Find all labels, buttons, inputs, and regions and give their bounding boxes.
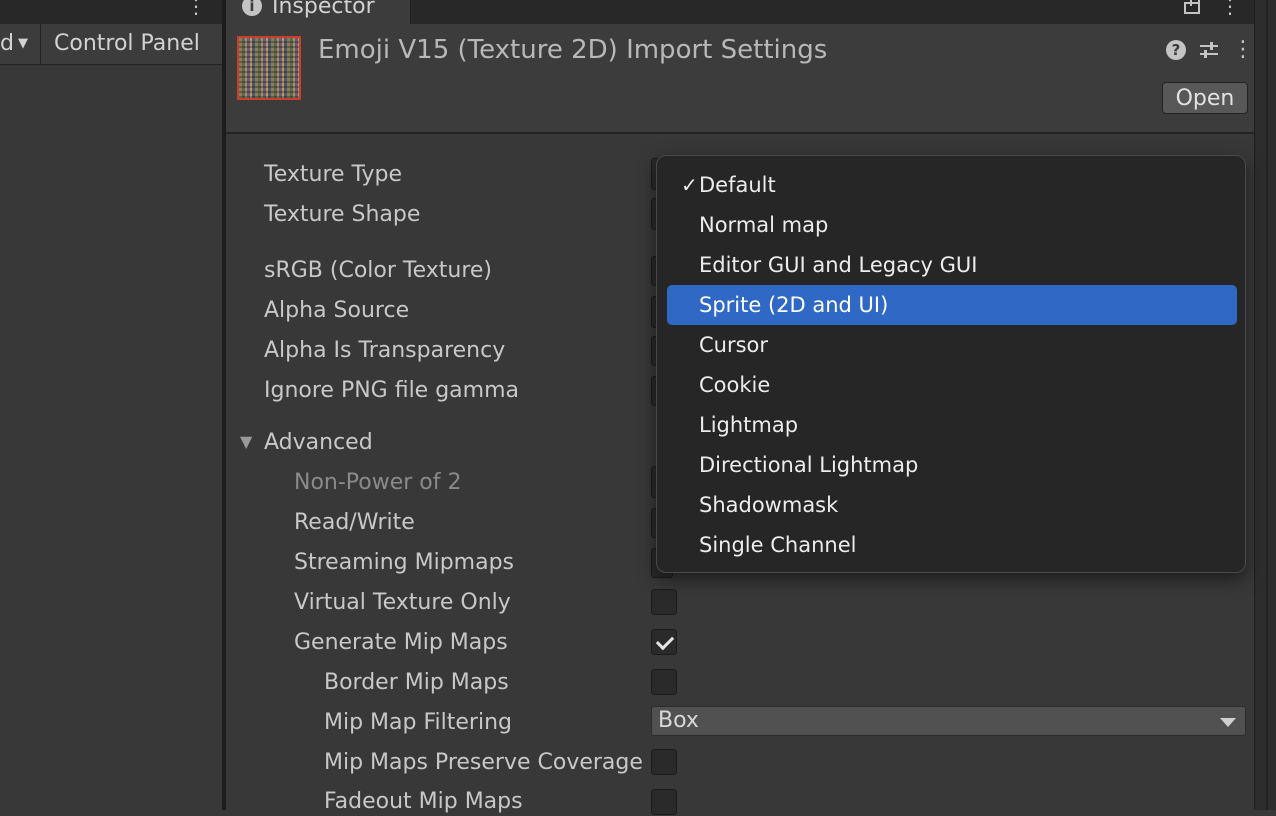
menu-item-label: Normal map [699, 213, 829, 237]
border-mip-maps-checkbox[interactable] [651, 669, 677, 695]
streaming-mipmaps-label: Streaming Mipmaps [294, 550, 515, 575]
chevron-down-icon: ▼ [17, 36, 28, 51]
menu-item-label: Cookie [699, 373, 771, 397]
advanced-foldout-label[interactable]: Advanced [264, 429, 373, 457]
right-scrollbar-area [1254, 0, 1276, 810]
menu-item-label: Single Channel [699, 533, 857, 557]
generate-mip-maps-checkbox[interactable] [651, 629, 677, 655]
menu-item-shadowmask[interactable]: Shadowmask [667, 485, 1237, 525]
lock-icon[interactable] [1184, 0, 1200, 14]
srgb-label: sRGB (Color Texture) [264, 258, 493, 283]
menu-item-label: Sprite (2D and UI) [699, 293, 889, 317]
mip-maps-preserve-coverage-label: Mip Maps Preserve Coverage [324, 750, 643, 775]
left-panel [0, 0, 222, 810]
kebab-menu-icon[interactable]: ⋮ [1232, 36, 1254, 64]
kebab-menu-icon[interactable]: ⋮ [1220, 0, 1240, 18]
mip-map-filtering-dropdown[interactable]: Box [651, 706, 1246, 736]
menu-item-label: Default [699, 173, 776, 197]
menu-item-directional-lightmap[interactable]: Directional Lightmap [667, 445, 1237, 485]
open-button[interactable]: Open [1162, 82, 1248, 114]
virtual-texture-only-checkbox[interactable] [651, 589, 677, 615]
menu-item-label: Directional Lightmap [699, 453, 919, 477]
foldout-triangle-icon[interactable]: ▼ [240, 432, 252, 451]
mip-map-filtering-value: Box [658, 708, 699, 733]
menu-item-label: Lightmap [699, 413, 799, 437]
kebab-menu-icon[interactable]: ⋮ [186, 0, 206, 18]
virtual-texture-only-label: Virtual Texture Only [294, 590, 511, 615]
alpha-is-transparency-label: Alpha Is Transparency [264, 338, 506, 363]
read-write-label: Read/Write [294, 510, 415, 535]
border-mip-maps-label: Border Mip Maps [324, 670, 509, 695]
presets-icon[interactable] [1198, 40, 1220, 60]
texture-type-label: Texture Type [264, 162, 403, 187]
mip-maps-preserve-coverage-checkbox[interactable] [651, 749, 677, 775]
checkmark-icon: ✓ [681, 173, 698, 197]
left-panel-dropdown[interactable]: d ▼ [0, 24, 41, 64]
menu-item-default[interactable]: ✓ Default [667, 165, 1237, 205]
menu-item-cookie[interactable]: Cookie [667, 365, 1237, 405]
menu-item-label: Editor GUI and Legacy GUI [699, 253, 978, 277]
menu-item-editor-gui[interactable]: Editor GUI and Legacy GUI [667, 245, 1237, 285]
menu-item-sprite[interactable]: Sprite (2D and UI) [667, 285, 1237, 325]
control-panel-tab[interactable]: Control Panel [54, 24, 200, 64]
non-power-of-2-label: Non-Power of 2 [294, 470, 462, 495]
menu-item-single-channel[interactable]: Single Channel [667, 525, 1237, 565]
left-panel-dropdown-label: d [0, 31, 14, 56]
divider [1266, 0, 1268, 810]
chevron-down-icon [1220, 718, 1236, 727]
texture-shape-label: Texture Shape [264, 202, 421, 227]
inspector-tab-title: Inspector [272, 0, 375, 19]
fadeout-mip-maps-label: Fadeout Mip Maps [324, 789, 523, 814]
alpha-source-label: Alpha Source [264, 298, 410, 323]
generate-mip-maps-label: Generate Mip Maps [294, 630, 508, 655]
menu-item-lightmap[interactable]: Lightmap [667, 405, 1237, 445]
mip-map-filtering-label: Mip Map Filtering [324, 710, 512, 735]
fadeout-mip-maps-checkbox[interactable] [651, 789, 677, 815]
page-title: Emoji V15 (Texture 2D) Import Settings [318, 35, 828, 65]
help-icon[interactable]: ? [1166, 40, 1186, 60]
texture-type-menu: ✓ Default Normal map Editor GUI and Lega… [656, 155, 1246, 573]
ignore-png-gamma-label: Ignore PNG file gamma [264, 378, 519, 403]
texture-thumbnail [237, 36, 301, 100]
menu-item-label: Cursor [699, 333, 769, 357]
menu-item-normal-map[interactable]: Normal map [667, 205, 1237, 245]
menu-item-cursor[interactable]: Cursor [667, 325, 1237, 365]
menu-item-label: Shadowmask [699, 493, 839, 517]
